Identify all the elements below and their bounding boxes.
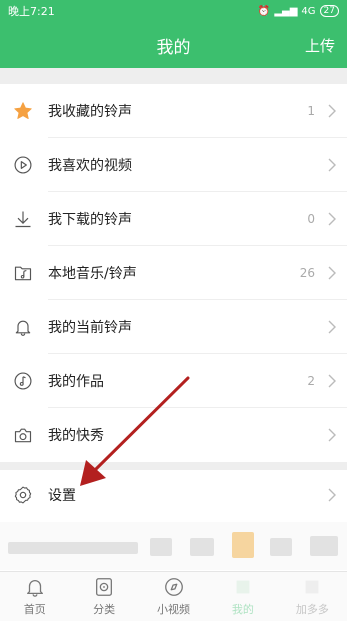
blurred-block <box>232 532 254 558</box>
menu-item-label: 我下载的铃声 <box>48 212 132 228</box>
tab-label: 分类 <box>93 603 116 616</box>
tab-home[interactable]: 首页 <box>0 572 69 621</box>
status-time: 晚上7:21 <box>8 5 55 18</box>
blurred-block <box>190 538 214 556</box>
menu-item-current-ringtone[interactable]: 我的当前铃声 <box>0 300 347 354</box>
menu-item-favorite-ringtones[interactable]: 我收藏的铃声 1 <box>0 84 347 138</box>
chevron-right-icon <box>328 104 336 118</box>
tab-more[interactable]: 加多多 <box>278 572 347 621</box>
chevron-right-icon <box>328 488 336 502</box>
menu-item-downloaded-ringtones[interactable]: 我下载的铃声 0 <box>0 192 347 246</box>
menu-item-my-works[interactable]: 我的作品 2 <box>0 354 347 408</box>
tab-label: 首页 <box>23 603 46 616</box>
user-icon <box>236 580 250 594</box>
gear-icon <box>12 484 34 506</box>
chevron-right-icon <box>328 428 336 442</box>
compass-icon <box>164 578 183 596</box>
network-type: 4G <box>301 5 316 17</box>
bell-icon <box>12 316 34 338</box>
music-note-icon <box>12 370 34 392</box>
menu-item-count: 1 <box>307 104 315 118</box>
chevron-right-icon <box>328 158 336 172</box>
blurred-block <box>270 538 292 556</box>
tab-label: 我的 <box>231 603 254 616</box>
star-icon <box>12 100 34 122</box>
menu-item-count: 2 <box>307 374 315 388</box>
menu-item-label: 我的快秀 <box>48 428 104 444</box>
chevron-right-icon <box>328 374 336 388</box>
menu-item-count: 26 <box>299 266 315 280</box>
battery-icon: 27 <box>319 5 339 17</box>
battery-level: 27 <box>323 6 335 16</box>
chevron-right-icon <box>328 212 336 226</box>
upload-button[interactable]: 上传 <box>305 35 335 56</box>
chevron-right-icon <box>328 320 336 334</box>
tab-label: 小视频 <box>157 603 191 616</box>
music-folder-icon <box>12 262 34 284</box>
menu-item-label: 本地音乐/铃声 <box>48 266 137 282</box>
menu-item-label: 我的作品 <box>48 374 104 390</box>
status-bar: 晚上7:21 ⏰ ▂▄▆ 4G 27 <box>0 0 347 22</box>
menu-list: 我收藏的铃声 1 我喜欢的视频 我下载的铃声 0 本地音乐/铃声 26 我的当前… <box>0 84 347 462</box>
signal-icon: ▂▄▆ <box>274 5 298 17</box>
blurred-block <box>310 536 338 556</box>
blurred-block <box>150 538 172 556</box>
menu-item-count: 0 <box>307 212 315 226</box>
app-header: 我的 上传 <box>0 22 347 68</box>
tab-short-video[interactable]: 小视频 <box>139 572 208 621</box>
plus-icon <box>305 580 319 594</box>
menu-item-label: 设置 <box>48 488 76 504</box>
section-gap <box>0 68 347 84</box>
disc-icon <box>96 578 113 596</box>
menu-item-label: 我收藏的铃声 <box>48 104 132 120</box>
menu-item-label: 我的当前铃声 <box>48 320 132 336</box>
play-circle-icon <box>12 154 34 176</box>
camera-icon <box>12 424 34 446</box>
page-title: 我的 <box>156 37 191 58</box>
menu-item-my-kuaixiu[interactable]: 我的快秀 <box>0 408 347 462</box>
menu-item-local-music[interactable]: 本地音乐/铃声 26 <box>0 246 347 300</box>
chevron-right-icon <box>328 266 336 280</box>
menu-item-liked-videos[interactable]: 我喜欢的视频 <box>0 138 347 192</box>
menu-item-label: 我喜欢的视频 <box>48 158 132 174</box>
status-indicators: ⏰ ▂▄▆ 4G 27 <box>258 5 339 17</box>
tab-mine[interactable]: 我的 <box>208 572 277 621</box>
bell-icon <box>26 580 43 597</box>
download-icon <box>12 208 34 230</box>
settings-list: 设置 <box>0 468 347 522</box>
blurred-block <box>8 542 138 554</box>
bottom-tab-bar: 首页 分类 小视频 我的 加多多 <box>0 571 347 621</box>
alarm-icon: ⏰ <box>257 5 271 17</box>
tab-label: 加多多 <box>295 603 329 616</box>
tab-category[interactable]: 分类 <box>69 572 138 621</box>
menu-item-settings[interactable]: 设置 <box>0 468 347 522</box>
blurred-content-row <box>0 522 347 570</box>
